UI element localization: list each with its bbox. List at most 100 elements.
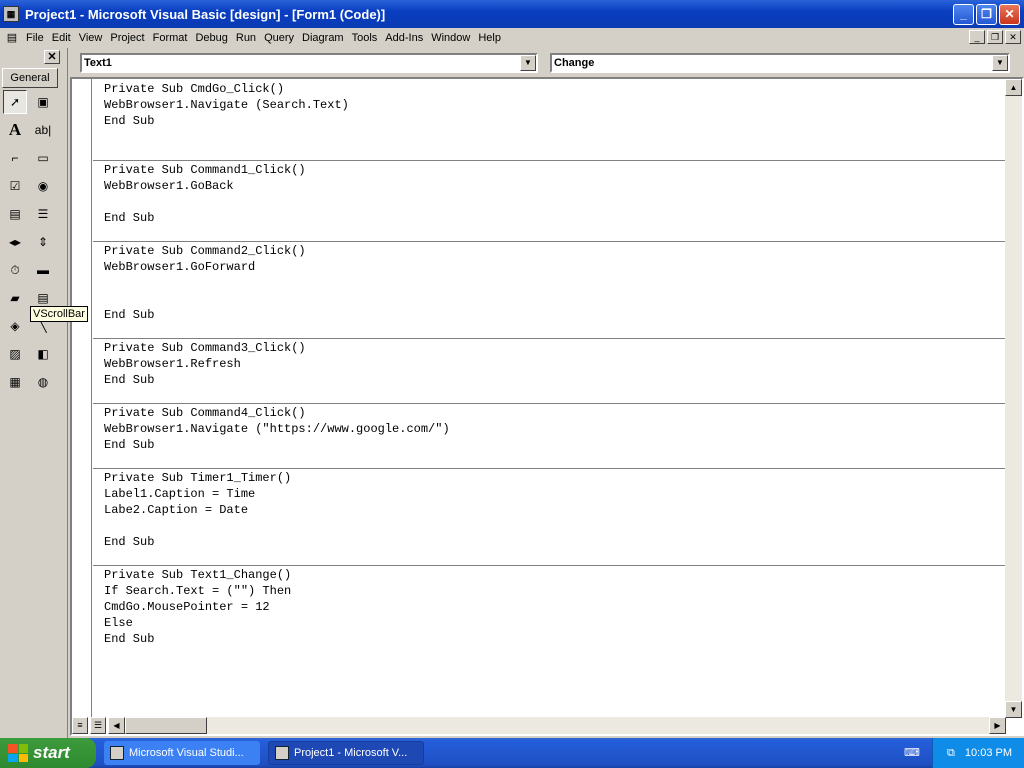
dirlistbox-icon[interactable]: ▰ — [3, 286, 27, 310]
image-icon[interactable]: ▨ — [3, 342, 27, 366]
clock[interactable]: 10:03 PM — [965, 747, 1012, 759]
code-editor[interactable]: Private Sub CmdGo_Click() WebBrowser1.Nav… — [70, 77, 1024, 736]
code-line[interactable] — [93, 226, 1005, 242]
code-line[interactable] — [93, 550, 1005, 566]
chevron-down-icon[interactable]: ▼ — [992, 55, 1008, 71]
procedure-combo[interactable]: Change ▼ — [550, 53, 1010, 73]
shape-icon[interactable]: ◈ — [3, 314, 27, 338]
code-line[interactable] — [93, 129, 1005, 145]
code-line[interactable]: WebBrowser1.Navigate ("https://www.googl… — [93, 421, 1005, 437]
label-icon[interactable]: A — [3, 118, 27, 142]
code-line[interactable]: If Search.Text = ("") Then — [93, 583, 1005, 599]
taskbar-item[interactable]: Project1 - Microsoft V... — [268, 741, 424, 765]
vb-app-icon[interactable]: ▦ — [3, 6, 19, 22]
procedure-view-icon[interactable]: ≡ — [72, 717, 88, 734]
frame-icon[interactable]: ⌐ — [3, 146, 27, 170]
scroll-right-icon[interactable]: ▶ — [989, 717, 1006, 734]
menu-diagram[interactable]: Diagram — [298, 32, 348, 44]
scroll-left-icon[interactable]: ◀ — [108, 717, 125, 734]
code-line[interactable]: WebBrowser1.GoBack — [93, 178, 1005, 194]
ole-icon[interactable]: ▦ — [3, 370, 27, 394]
webbrowser-icon[interactable]: ◍ — [31, 370, 55, 394]
vscrollbar-icon[interactable]: ⇕ — [31, 230, 55, 254]
code-line[interactable] — [93, 388, 1005, 404]
code-text[interactable]: Private Sub CmdGo_Click() WebBrowser1.Nav… — [93, 81, 1005, 718]
code-line[interactable]: Private Sub Command2_Click() — [93, 243, 1005, 259]
code-line[interactable]: Private Sub CmdGo_Click() — [93, 81, 1005, 97]
commandbutton-icon[interactable]: ▭ — [31, 146, 55, 170]
close-button[interactable]: ✕ — [999, 3, 1020, 25]
menu-file[interactable]: File — [22, 32, 48, 44]
code-line[interactable] — [93, 323, 1005, 339]
code-line[interactable]: WebBrowser1.GoForward — [93, 259, 1005, 275]
toolbox-close-icon[interactable]: ✕ — [44, 50, 60, 64]
combobox-icon[interactable]: ▤ — [3, 202, 27, 226]
textbox-icon[interactable]: ab| — [31, 118, 55, 142]
full-module-view-icon[interactable]: ☰ — [90, 717, 106, 734]
keyboard-icon[interactable]: ⌨ — [904, 746, 920, 760]
chevron-down-icon[interactable]: ▼ — [520, 55, 536, 71]
code-line[interactable]: WebBrowser1.Refresh — [93, 356, 1005, 372]
code-line[interactable]: CmdGo.MousePointer = 12 — [93, 599, 1005, 615]
menu-run[interactable]: Run — [232, 32, 260, 44]
code-line[interactable] — [93, 275, 1005, 291]
code-line[interactable]: Private Sub Command3_Click() — [93, 340, 1005, 356]
menu-view[interactable]: View — [75, 32, 107, 44]
code-line[interactable] — [93, 291, 1005, 307]
drivelistbox-icon[interactable]: ▬ — [31, 258, 55, 282]
object-combo[interactable]: Text1 ▼ — [80, 53, 538, 73]
scroll-thumb[interactable] — [125, 717, 207, 734]
code-line[interactable] — [93, 145, 1005, 161]
data-icon[interactable]: ◧ — [31, 342, 55, 366]
document-icon[interactable]: ▤ — [4, 31, 20, 45]
margin-indicator-bar[interactable] — [72, 79, 92, 718]
code-line[interactable]: End Sub — [93, 372, 1005, 388]
menu-debug[interactable]: Debug — [191, 32, 231, 44]
pointer-icon[interactable]: ➚ — [3, 90, 27, 114]
start-button[interactable]: start — [0, 738, 96, 768]
code-line[interactable] — [93, 518, 1005, 534]
minimize-button[interactable]: _ — [953, 3, 974, 25]
menu-window[interactable]: Window — [427, 32, 474, 44]
code-line[interactable]: Label1.Caption = Time — [93, 486, 1005, 502]
menu-tools[interactable]: Tools — [348, 32, 382, 44]
code-line[interactable]: End Sub — [93, 210, 1005, 226]
toolbox-tab-general[interactable]: General — [2, 68, 58, 88]
code-line[interactable]: Private Sub Timer1_Timer() — [93, 470, 1005, 486]
restore-button[interactable]: ❐ — [976, 3, 997, 25]
code-line[interactable]: Else — [93, 615, 1005, 631]
picturebox-icon[interactable]: ▣ — [31, 90, 55, 114]
code-line[interactable]: End Sub — [93, 307, 1005, 323]
code-line[interactable]: WebBrowser1.Navigate (Search.Text) — [93, 97, 1005, 113]
code-line[interactable]: End Sub — [93, 113, 1005, 129]
hscrollbar-icon[interactable]: ◂▸ — [3, 230, 27, 254]
scroll-up-icon[interactable]: ▲ — [1005, 79, 1022, 96]
code-line[interactable]: Labe2.Caption = Date — [93, 502, 1005, 518]
network-icon[interactable]: ⧉ — [947, 747, 955, 760]
code-line[interactable]: Private Sub Command1_Click() — [93, 162, 1005, 178]
menu-edit[interactable]: Edit — [48, 32, 75, 44]
code-line[interactable]: End Sub — [93, 534, 1005, 550]
taskbar-item[interactable]: Microsoft Visual Studi... — [104, 741, 260, 765]
menu-query[interactable]: Query — [260, 32, 298, 44]
scroll-down-icon[interactable]: ▼ — [1005, 701, 1022, 718]
code-line[interactable] — [93, 194, 1005, 210]
code-line[interactable]: Private Sub Text1_Change() — [93, 567, 1005, 583]
menu-format[interactable]: Format — [149, 32, 192, 44]
listbox-icon[interactable]: ☰ — [31, 202, 55, 226]
menu-help[interactable]: Help — [474, 32, 505, 44]
optionbutton-icon[interactable]: ◉ — [31, 174, 55, 198]
horizontal-scrollbar[interactable]: ◀ ▶ — [108, 717, 1006, 734]
vertical-scrollbar[interactable]: ▲ ▼ — [1005, 79, 1022, 718]
code-line[interactable]: End Sub — [93, 437, 1005, 453]
code-line[interactable]: End Sub — [93, 631, 1005, 647]
mdi-close-button[interactable]: ✕ — [1005, 30, 1021, 44]
code-line[interactable]: Private Sub Command4_Click() — [93, 405, 1005, 421]
menu-project[interactable]: Project — [106, 32, 148, 44]
timer-icon[interactable]: ⏱ — [3, 258, 27, 282]
checkbox-icon[interactable]: ☑ — [3, 174, 27, 198]
code-line[interactable] — [93, 453, 1005, 469]
menu-addins[interactable]: Add-Ins — [381, 32, 427, 44]
mdi-restore-button[interactable]: ❐ — [987, 30, 1003, 44]
title-bar[interactable]: ▦ Project1 - Microsoft Visual Basic [des… — [0, 0, 1024, 28]
